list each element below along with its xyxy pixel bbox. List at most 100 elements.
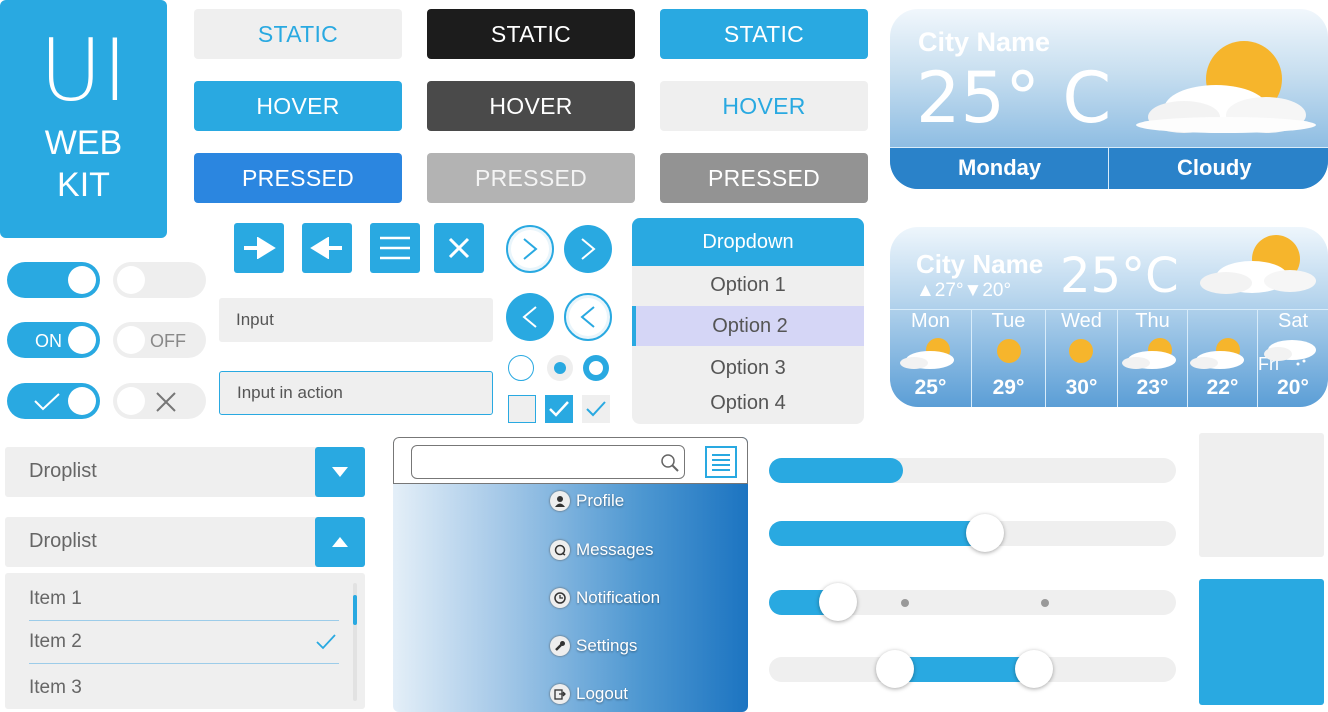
pressed-button-blue[interactable]: PRESSED: [194, 153, 402, 203]
menu-item-settings[interactable]: Settings: [550, 634, 637, 658]
forecast-day-temp: 22°: [1206, 376, 1239, 399]
pressed-button-dark-grey[interactable]: PRESSED: [660, 153, 868, 203]
radio-hover[interactable]: [547, 355, 573, 381]
forecast-day-name: Mon: [911, 310, 950, 332]
partly-cloudy-icon: [900, 338, 954, 369]
arrow-left-button[interactable]: [302, 223, 352, 273]
forecast-day-temp: 30°: [1065, 376, 1098, 399]
radio-dot: [554, 362, 566, 374]
dropdown-option-selected[interactable]: Option 2: [632, 306, 864, 346]
color-swatch-blue: [1199, 579, 1324, 705]
toggle-on-plain[interactable]: [7, 262, 100, 298]
snow-cloud-icon: [1264, 340, 1316, 366]
user-icon: [550, 491, 570, 511]
text-input-active[interactable]: Input in action: [219, 371, 493, 415]
slider-step-dot: [901, 599, 909, 607]
droplist-closed[interactable]: Droplist: [5, 447, 365, 497]
chevron-left-icon: [580, 306, 595, 328]
hover-button-blue[interactable]: HOVER: [194, 81, 402, 131]
radio-checked[interactable]: [583, 355, 609, 381]
pressed-button-grey[interactable]: PRESSED: [427, 153, 635, 203]
slider-thumb[interactable]: [965, 514, 1004, 552]
static-button-light[interactable]: STATIC: [194, 9, 402, 59]
list-item-checked[interactable]: Item 2: [29, 621, 339, 664]
list-item[interactable]: Item 1: [29, 578, 339, 621]
next-button-outline[interactable]: [506, 225, 554, 273]
menu-list-button[interactable]: [705, 446, 737, 478]
prev-button-filled[interactable]: [506, 293, 554, 341]
close-button[interactable]: [434, 223, 484, 273]
progress-fill: [769, 458, 904, 483]
toggle-on-icon[interactable]: [7, 383, 100, 419]
checkbox-checked-light[interactable]: [582, 395, 610, 423]
scrollbar-track[interactable]: [353, 583, 357, 701]
logo-line-3: KIT: [57, 166, 110, 204]
arrow-right-icon: [244, 237, 276, 259]
slider-range[interactable]: [769, 650, 1176, 688]
checkmark-icon: [34, 393, 60, 411]
menu-item-label: Notification: [576, 588, 661, 607]
toggle-knob: [117, 326, 145, 354]
weather-city: City Name: [918, 27, 1051, 57]
dropdown-header[interactable]: Dropdown: [632, 218, 864, 266]
menu-item-messages[interactable]: Messages: [550, 538, 653, 562]
slider-stepped[interactable]: [769, 583, 1176, 621]
hover-button-light[interactable]: HOVER: [660, 81, 868, 131]
checkbox-unchecked[interactable]: [508, 395, 536, 423]
menu-button[interactable]: [370, 223, 420, 273]
weather-widget-current: City Name 25° C Monday Cloudy: [890, 9, 1328, 189]
weather-day: Monday: [958, 155, 1042, 180]
droplist-open[interactable]: Droplist: [5, 517, 365, 567]
text-input[interactable]: Input: [219, 298, 493, 342]
prev-button-outline[interactable]: [564, 293, 612, 341]
partly-cloudy-icon: [1122, 338, 1176, 369]
caret-up-icon: [332, 537, 348, 547]
toggle-off-icon[interactable]: [113, 383, 206, 419]
dropdown-option[interactable]: Option 1: [632, 265, 864, 305]
list-item[interactable]: Item 3: [29, 666, 339, 709]
slider-fill: [769, 521, 985, 546]
next-button-filled[interactable]: [564, 225, 612, 273]
slider-thumb-max[interactable]: [1014, 650, 1053, 688]
radio-unchecked[interactable]: [508, 355, 534, 381]
hover-button-dark[interactable]: HOVER: [427, 81, 635, 131]
droplist-label: Droplist: [29, 530, 97, 552]
static-button-dark[interactable]: STATIC: [427, 9, 635, 59]
sun-icon: [997, 339, 1021, 363]
forecast-day-name: Tue: [991, 310, 1026, 332]
forecast-day-temp: 23°: [1136, 376, 1169, 399]
forecast-day-name: Thu: [1135, 310, 1170, 332]
slider-thumb[interactable]: [819, 583, 858, 621]
weather-temp: 25° C: [916, 57, 1112, 139]
menu-item-notification[interactable]: Notification: [550, 586, 660, 610]
dropdown-option[interactable]: Option 3: [632, 348, 864, 388]
toggle-off-labeled[interactable]: OFF: [113, 322, 206, 358]
checkbox-checked[interactable]: [545, 395, 573, 423]
slider-single[interactable]: [769, 514, 1176, 552]
forecast-day-name: Sat: [1277, 310, 1309, 332]
forecast-day: Wed 30°: [1046, 310, 1118, 407]
search-icon: [661, 454, 679, 472]
toggle-knob: [68, 326, 96, 354]
list-icon: [712, 454, 730, 471]
forecast-day: Tue 29°: [972, 310, 1046, 407]
droplist-toggle[interactable]: [315, 447, 365, 497]
droplist-toggle[interactable]: [315, 517, 365, 567]
arrow-right-button[interactable]: [234, 223, 284, 273]
menu-item-logout[interactable]: Logout: [550, 682, 628, 706]
menu-item-profile[interactable]: Profile: [550, 489, 624, 513]
scrollbar-thumb[interactable]: [353, 595, 357, 625]
search-input[interactable]: [411, 445, 685, 479]
dropdown-option[interactable]: Option 4: [632, 383, 864, 423]
slider-thumb-min[interactable]: [876, 650, 915, 688]
forecast-day: Fri 22°: [1188, 310, 1279, 407]
progress-bar: [769, 458, 1176, 483]
color-swatch-light: [1199, 433, 1324, 557]
toggle-on-labeled[interactable]: ON: [7, 322, 100, 358]
slider-range-fill: [895, 657, 1034, 682]
static-button-blue[interactable]: STATIC: [660, 9, 868, 59]
menu-item-label: Profile: [576, 491, 625, 510]
list-item-label: Item 1: [29, 588, 82, 609]
close-icon: [156, 392, 176, 412]
toggle-off-plain[interactable]: [113, 262, 206, 298]
